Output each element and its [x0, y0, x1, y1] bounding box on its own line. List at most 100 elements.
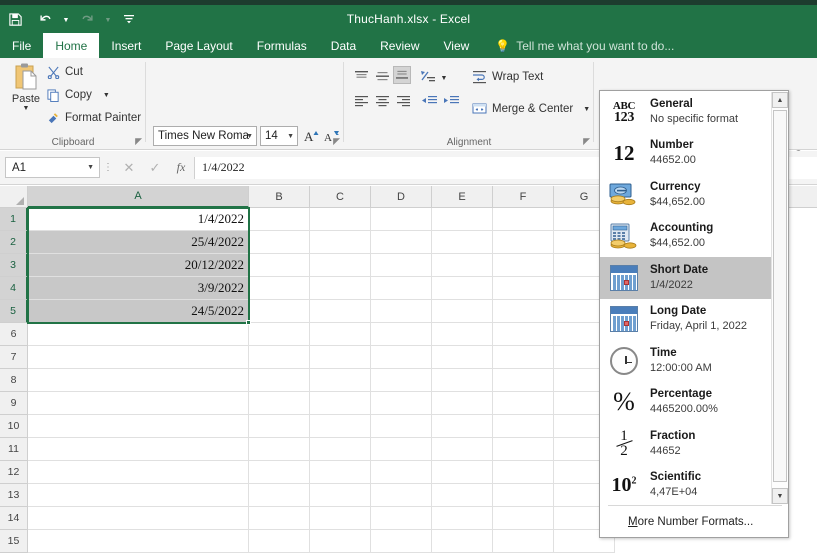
paste-button[interactable]: Paste ▼	[6, 62, 46, 130]
column-header-C[interactable]: C	[310, 186, 371, 208]
cell-B5[interactable]	[249, 300, 310, 323]
cell-A2[interactable]: 25/4/2022	[28, 231, 249, 254]
dropdown-scrollbar[interactable]: ▲ ▼	[771, 92, 788, 504]
row-header-6[interactable]: 6	[0, 323, 28, 346]
row-header-13[interactable]: 13	[0, 484, 28, 507]
cell-F9[interactable]	[493, 392, 554, 415]
wrap-text-button[interactable]: Wrap Text	[472, 70, 543, 84]
cell-B12[interactable]	[249, 461, 310, 484]
cell-D15[interactable]	[371, 530, 432, 553]
column-header-E[interactable]: E	[432, 186, 493, 208]
cell-E7[interactable]	[432, 346, 493, 369]
cell-A6[interactable]	[28, 323, 249, 346]
cell-B7[interactable]	[249, 346, 310, 369]
cell-E4[interactable]	[432, 277, 493, 300]
cell-A9[interactable]	[28, 392, 249, 415]
paste-dropdown-icon[interactable]: ▼	[23, 105, 30, 112]
merge-and-center-button[interactable]: Merge & Center ▼	[472, 102, 590, 116]
menu-item-accounting[interactable]: Accounting $44,652.00	[600, 216, 772, 258]
tab-formulas[interactable]: Formulas	[245, 33, 319, 58]
cell-C14[interactable]	[310, 507, 371, 530]
menu-item-general[interactable]: ABC 123 General No specific format	[600, 91, 772, 133]
menu-item-fraction[interactable]: 12 Fraction 44652	[600, 423, 772, 465]
cell-A10[interactable]	[28, 415, 249, 438]
cell-E14[interactable]	[432, 507, 493, 530]
cell-E15[interactable]	[432, 530, 493, 553]
cell-F13[interactable]	[493, 484, 554, 507]
column-header-B[interactable]: B	[249, 186, 310, 208]
cell-E1[interactable]	[432, 208, 493, 231]
fill-handle[interactable]	[246, 320, 251, 325]
row-header-4[interactable]: 4	[0, 277, 28, 300]
cell-A3[interactable]: 20/12/2022	[28, 254, 249, 277]
tab-insert[interactable]: Insert	[99, 33, 153, 58]
row-header-9[interactable]: 9	[0, 392, 28, 415]
cell-F15[interactable]	[493, 530, 554, 553]
cell-C2[interactable]	[310, 231, 371, 254]
cell-D7[interactable]	[371, 346, 432, 369]
cell-F3[interactable]	[493, 254, 554, 277]
align-center-icon[interactable]	[373, 92, 391, 110]
row-header-2[interactable]: 2	[0, 231, 28, 254]
tab-page-layout[interactable]: Page Layout	[153, 33, 244, 58]
cell-E13[interactable]	[432, 484, 493, 507]
cell-C1[interactable]	[310, 208, 371, 231]
cell-F6[interactable]	[493, 323, 554, 346]
name-box-dropdown-icon[interactable]: ▼	[87, 164, 94, 171]
cell-C9[interactable]	[310, 392, 371, 415]
row-header-3[interactable]: 3	[0, 254, 28, 277]
name-box[interactable]: A1 ▼	[5, 157, 100, 178]
tab-review[interactable]: Review	[368, 33, 431, 58]
cell-D12[interactable]	[371, 461, 432, 484]
cell-D5[interactable]	[371, 300, 432, 323]
cell-E9[interactable]	[432, 392, 493, 415]
column-header-D[interactable]: D	[371, 186, 432, 208]
increase-font-size-icon[interactable]: A	[302, 126, 322, 146]
copy-dropdown-icon[interactable]: ▼	[103, 92, 110, 99]
menu-item-number[interactable]: 12 Number 44652.00	[600, 133, 772, 175]
cell-B2[interactable]	[249, 231, 310, 254]
cell-B4[interactable]	[249, 277, 310, 300]
cell-E6[interactable]	[432, 323, 493, 346]
cell-F14[interactable]	[493, 507, 554, 530]
align-left-icon[interactable]	[352, 92, 370, 110]
cell-B11[interactable]	[249, 438, 310, 461]
cell-C15[interactable]	[310, 530, 371, 553]
cell-F12[interactable]	[493, 461, 554, 484]
cell-F1[interactable]	[493, 208, 554, 231]
menu-item-percentage[interactable]: % Percentage 4465200.00%	[600, 382, 772, 424]
cell-F7[interactable]	[493, 346, 554, 369]
cell-E10[interactable]	[432, 415, 493, 438]
menu-item-currency[interactable]: Currency $44,652.00	[600, 174, 772, 216]
row-header-8[interactable]: 8	[0, 369, 28, 392]
cancel-entry-icon[interactable]: ✕	[116, 160, 142, 176]
cell-A11[interactable]	[28, 438, 249, 461]
cell-A12[interactable]	[28, 461, 249, 484]
clipboard-dialog-launcher-icon[interactable]: ◤	[135, 136, 142, 147]
scroll-down-icon[interactable]: ▼	[772, 488, 788, 504]
cell-D14[interactable]	[371, 507, 432, 530]
column-header-A[interactable]: A	[28, 186, 249, 208]
cell-D9[interactable]	[371, 392, 432, 415]
row-header-10[interactable]: 10	[0, 415, 28, 438]
cell-C11[interactable]	[310, 438, 371, 461]
align-right-icon[interactable]	[394, 92, 412, 110]
cut-button[interactable]: Cut	[46, 65, 83, 79]
cell-A15[interactable]	[28, 530, 249, 553]
cell-E8[interactable]	[432, 369, 493, 392]
cell-D11[interactable]	[371, 438, 432, 461]
increase-indent-icon[interactable]	[441, 92, 461, 110]
cell-E11[interactable]	[432, 438, 493, 461]
decrease-indent-icon[interactable]	[419, 92, 439, 110]
more-number-formats-button[interactable]: More Number Formats...	[600, 507, 788, 537]
orientation-icon[interactable]	[418, 67, 440, 85]
cell-E5[interactable]	[432, 300, 493, 323]
cell-A13[interactable]	[28, 484, 249, 507]
cell-B10[interactable]	[249, 415, 310, 438]
cell-A5[interactable]: 24/5/2022	[28, 300, 249, 323]
font-size-dropdown-icon[interactable]: ▼	[287, 133, 294, 140]
cell-D13[interactable]	[371, 484, 432, 507]
cell-C3[interactable]	[310, 254, 371, 277]
menu-item-scientific[interactable]: 102 Scientific 4,47E+04	[600, 465, 772, 506]
align-middle-icon[interactable]	[373, 67, 391, 85]
